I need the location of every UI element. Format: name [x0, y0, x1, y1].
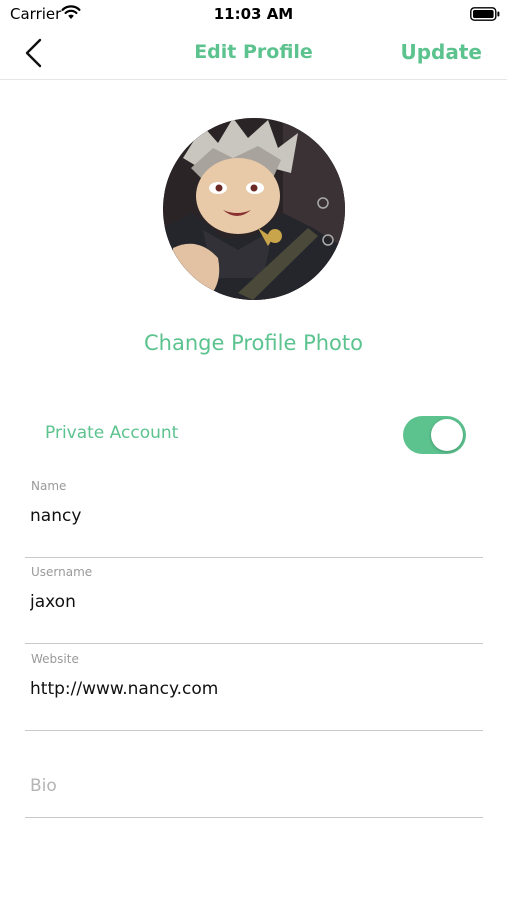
change-profile-photo-button[interactable]: Change Profile Photo [0, 331, 507, 355]
private-account-toggle[interactable] [403, 416, 466, 454]
avatar[interactable] [163, 118, 345, 300]
name-label: Name [31, 479, 67, 493]
bio-field-group [25, 732, 483, 818]
name-field[interactable] [30, 502, 470, 530]
battery-icon [470, 6, 500, 25]
update-button[interactable]: Update [401, 40, 483, 64]
private-account-label: Private Account [45, 423, 179, 443]
website-label: Website [31, 652, 79, 666]
username-field[interactable] [30, 588, 470, 616]
status-bar: Carrier 11:03 AM [0, 0, 507, 28]
username-label: Username [31, 565, 93, 579]
bio-field[interactable] [30, 772, 470, 800]
website-field[interactable] [30, 675, 470, 703]
clock: 11:03 AM [213, 5, 294, 23]
username-field-group: Username [25, 558, 483, 644]
website-field-group: Website [25, 645, 483, 731]
edit-profile-screen: Carrier 11:03 AM Edit Profile Update Cha… [0, 0, 507, 900]
toggle-knob [431, 419, 463, 451]
navigation-bar: Edit Profile Update [0, 28, 507, 80]
name-field-group: Name [25, 472, 483, 558]
